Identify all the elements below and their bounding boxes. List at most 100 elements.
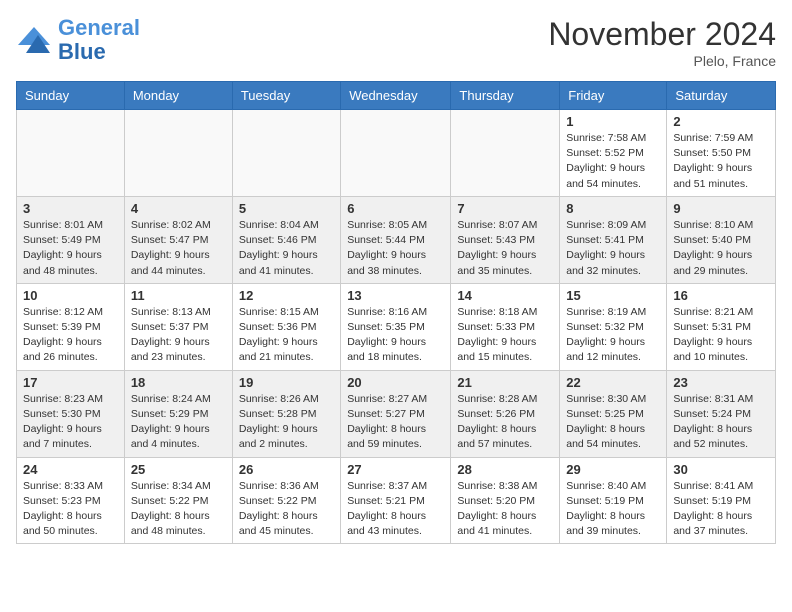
calendar-cell: 28 Sunrise: 8:38 AM Sunset: 5:20 PM Dayli… <box>451 457 560 544</box>
day-number: 18 <box>131 375 226 390</box>
month-title: November 2024 <box>548 16 776 53</box>
calendar-cell: 9 Sunrise: 8:10 AM Sunset: 5:40 PM Daylig… <box>667 196 776 283</box>
calendar-cell <box>17 110 125 197</box>
weekday-header-tuesday: Tuesday <box>232 82 340 110</box>
calendar-header-row: SundayMondayTuesdayWednesdayThursdayFrid… <box>17 82 776 110</box>
day-number: 20 <box>347 375 444 390</box>
day-detail: Sunrise: 8:33 AM Sunset: 5:23 PM Dayligh… <box>23 479 118 540</box>
day-number: 24 <box>23 462 118 477</box>
calendar-cell: 21 Sunrise: 8:28 AM Sunset: 5:26 PM Dayli… <box>451 370 560 457</box>
calendar-cell: 19 Sunrise: 8:26 AM Sunset: 5:28 PM Dayli… <box>232 370 340 457</box>
calendar-cell: 25Sunrise: 8:34 AM Sunset: 5:22 PM Dayli… <box>124 457 232 544</box>
calendar-cell: 14 Sunrise: 8:18 AM Sunset: 5:33 PM Dayli… <box>451 283 560 370</box>
calendar-cell: 7 Sunrise: 8:07 AM Sunset: 5:43 PM Daylig… <box>451 196 560 283</box>
calendar-cell: 1 Sunrise: 7:58 AM Sunset: 5:52 PM Daylig… <box>560 110 667 197</box>
day-number: 8 <box>566 201 660 216</box>
calendar-cell: 10 Sunrise: 8:12 AM Sunset: 5:39 PM Dayli… <box>17 283 125 370</box>
calendar-cell: 2 Sunrise: 7:59 AM Sunset: 5:50 PM Daylig… <box>667 110 776 197</box>
day-detail: Sunrise: 8:26 AM Sunset: 5:28 PM Dayligh… <box>239 392 334 453</box>
day-number: 6 <box>347 201 444 216</box>
day-number: 10 <box>23 288 118 303</box>
day-detail: Sunrise: 8:16 AM Sunset: 5:35 PM Dayligh… <box>347 305 444 366</box>
calendar-cell <box>451 110 560 197</box>
weekday-header-monday: Monday <box>124 82 232 110</box>
calendar-week-row: 1 Sunrise: 7:58 AM Sunset: 5:52 PM Daylig… <box>17 110 776 197</box>
day-number: 19 <box>239 375 334 390</box>
day-detail: Sunrise: 8:18 AM Sunset: 5:33 PM Dayligh… <box>457 305 553 366</box>
weekday-header-saturday: Saturday <box>667 82 776 110</box>
day-number: 17 <box>23 375 118 390</box>
calendar-cell: 24 Sunrise: 8:33 AM Sunset: 5:23 PM Dayli… <box>17 457 125 544</box>
weekday-header-thursday: Thursday <box>451 82 560 110</box>
weekday-header-sunday: Sunday <box>17 82 125 110</box>
calendar-cell: 8Sunrise: 8:09 AM Sunset: 5:41 PM Daylig… <box>560 196 667 283</box>
day-detail: Sunrise: 7:58 AM Sunset: 5:52 PM Dayligh… <box>566 131 660 192</box>
weekday-header-wednesday: Wednesday <box>341 82 451 110</box>
calendar-cell: 17 Sunrise: 8:23 AM Sunset: 5:30 PM Dayli… <box>17 370 125 457</box>
calendar-table: SundayMondayTuesdayWednesdayThursdayFrid… <box>16 81 776 544</box>
calendar-week-row: 3 Sunrise: 8:01 AM Sunset: 5:49 PM Daylig… <box>17 196 776 283</box>
title-block: November 2024 Plelo, France <box>548 16 776 69</box>
day-number: 7 <box>457 201 553 216</box>
calendar-cell: 6Sunrise: 8:05 AM Sunset: 5:44 PM Daylig… <box>341 196 451 283</box>
calendar-cell: 23Sunrise: 8:31 AM Sunset: 5:24 PM Dayli… <box>667 370 776 457</box>
day-detail: Sunrise: 8:10 AM Sunset: 5:40 PM Dayligh… <box>673 218 769 279</box>
day-detail: Sunrise: 8:30 AM Sunset: 5:25 PM Dayligh… <box>566 392 660 453</box>
calendar-week-row: 17 Sunrise: 8:23 AM Sunset: 5:30 PM Dayli… <box>17 370 776 457</box>
day-detail: Sunrise: 8:38 AM Sunset: 5:20 PM Dayligh… <box>457 479 553 540</box>
day-number: 25 <box>131 462 226 477</box>
calendar-week-row: 10 Sunrise: 8:12 AM Sunset: 5:39 PM Dayli… <box>17 283 776 370</box>
day-number: 3 <box>23 201 118 216</box>
day-detail: Sunrise: 8:01 AM Sunset: 5:49 PM Dayligh… <box>23 218 118 279</box>
calendar-cell: 29Sunrise: 8:40 AM Sunset: 5:19 PM Dayli… <box>560 457 667 544</box>
day-number: 4 <box>131 201 226 216</box>
calendar-cell: 13 Sunrise: 8:16 AM Sunset: 5:35 PM Dayli… <box>341 283 451 370</box>
calendar-cell: 18 Sunrise: 8:24 AM Sunset: 5:29 PM Dayli… <box>124 370 232 457</box>
day-detail: Sunrise: 8:28 AM Sunset: 5:26 PM Dayligh… <box>457 392 553 453</box>
calendar-cell: 26Sunrise: 8:36 AM Sunset: 5:22 PM Dayli… <box>232 457 340 544</box>
day-number: 13 <box>347 288 444 303</box>
calendar-cell: 16 Sunrise: 8:21 AM Sunset: 5:31 PM Dayli… <box>667 283 776 370</box>
logo-icon <box>16 25 52 55</box>
day-detail: Sunrise: 8:12 AM Sunset: 5:39 PM Dayligh… <box>23 305 118 366</box>
day-number: 28 <box>457 462 553 477</box>
day-number: 9 <box>673 201 769 216</box>
calendar-cell: 22 Sunrise: 8:30 AM Sunset: 5:25 PM Dayli… <box>560 370 667 457</box>
day-number: 29 <box>566 462 660 477</box>
calendar-cell: 30 Sunrise: 8:41 AM Sunset: 5:19 PM Dayli… <box>667 457 776 544</box>
day-number: 21 <box>457 375 553 390</box>
day-detail: Sunrise: 8:21 AM Sunset: 5:31 PM Dayligh… <box>673 305 769 366</box>
logo-text: General Blue <box>58 16 140 64</box>
calendar-cell: 3 Sunrise: 8:01 AM Sunset: 5:49 PM Daylig… <box>17 196 125 283</box>
day-detail: Sunrise: 8:19 AM Sunset: 5:32 PM Dayligh… <box>566 305 660 366</box>
day-number: 30 <box>673 462 769 477</box>
day-detail: Sunrise: 8:41 AM Sunset: 5:19 PM Dayligh… <box>673 479 769 540</box>
calendar-cell: 15 Sunrise: 8:19 AM Sunset: 5:32 PM Dayli… <box>560 283 667 370</box>
day-detail: Sunrise: 7:59 AM Sunset: 5:50 PM Dayligh… <box>673 131 769 192</box>
day-detail: Sunrise: 8:23 AM Sunset: 5:30 PM Dayligh… <box>23 392 118 453</box>
day-number: 15 <box>566 288 660 303</box>
day-number: 1 <box>566 114 660 129</box>
day-detail: Sunrise: 8:02 AM Sunset: 5:47 PM Dayligh… <box>131 218 226 279</box>
page-header: General Blue November 2024 Plelo, France <box>16 16 776 69</box>
day-detail: Sunrise: 8:13 AM Sunset: 5:37 PM Dayligh… <box>131 305 226 366</box>
location: Plelo, France <box>548 53 776 69</box>
weekday-header-friday: Friday <box>560 82 667 110</box>
day-number: 12 <box>239 288 334 303</box>
day-number: 27 <box>347 462 444 477</box>
calendar-cell: 11Sunrise: 8:13 AM Sunset: 5:37 PM Dayli… <box>124 283 232 370</box>
day-detail: Sunrise: 8:07 AM Sunset: 5:43 PM Dayligh… <box>457 218 553 279</box>
day-number: 5 <box>239 201 334 216</box>
day-detail: Sunrise: 8:24 AM Sunset: 5:29 PM Dayligh… <box>131 392 226 453</box>
day-number: 14 <box>457 288 553 303</box>
day-detail: Sunrise: 8:15 AM Sunset: 5:36 PM Dayligh… <box>239 305 334 366</box>
logo: General Blue <box>16 16 140 64</box>
calendar-cell <box>124 110 232 197</box>
day-detail: Sunrise: 8:27 AM Sunset: 5:27 PM Dayligh… <box>347 392 444 453</box>
calendar-week-row: 24 Sunrise: 8:33 AM Sunset: 5:23 PM Dayli… <box>17 457 776 544</box>
day-number: 22 <box>566 375 660 390</box>
calendar-cell: 12 Sunrise: 8:15 AM Sunset: 5:36 PM Dayli… <box>232 283 340 370</box>
day-number: 2 <box>673 114 769 129</box>
day-number: 26 <box>239 462 334 477</box>
day-number: 16 <box>673 288 769 303</box>
